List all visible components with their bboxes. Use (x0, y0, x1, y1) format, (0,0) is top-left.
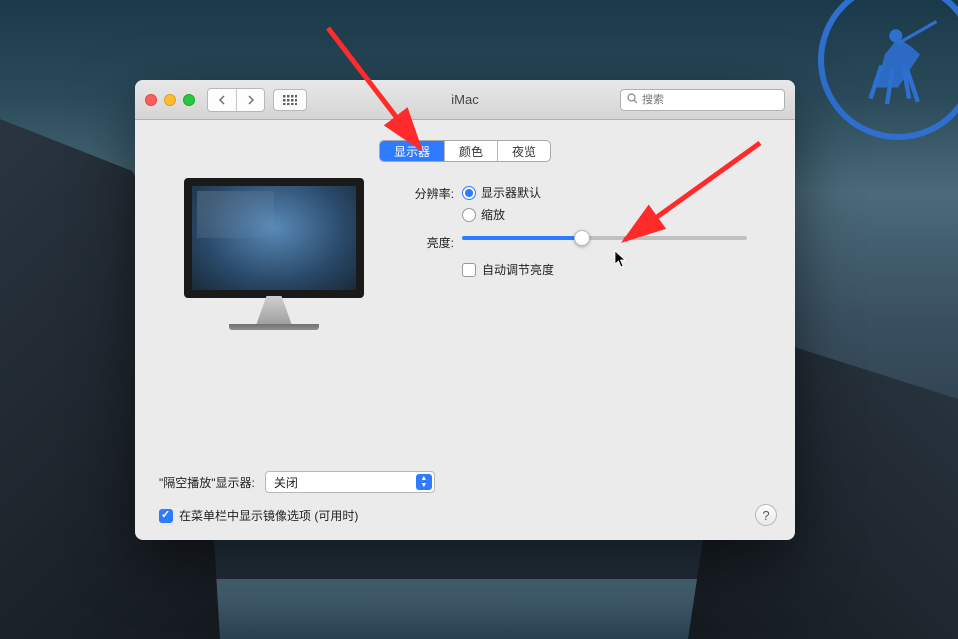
resolution-scaled-label: 缩放 (481, 206, 505, 223)
dropdown-arrows-icon: ▲▼ (416, 474, 432, 490)
airplay-value: 关闭 (274, 474, 298, 491)
close-button[interactable] (145, 94, 157, 106)
checkbox-icon (462, 263, 476, 277)
forward-button[interactable] (236, 89, 264, 111)
main-area: 分辨率: 显示器默认 缩放 亮度: (159, 178, 771, 459)
display-preview-icon (169, 178, 379, 358)
tab-display[interactable]: 显示器 (380, 141, 444, 161)
search-box[interactable] (620, 89, 785, 111)
preferences-window: iMac 显示器 颜色 夜览 分辨率: (135, 80, 795, 540)
radio-icon (462, 208, 476, 222)
grid-icon (283, 95, 297, 105)
nav-buttons (207, 88, 265, 112)
window-title: iMac (451, 92, 478, 107)
menubar-mirror-checkbox[interactable]: 在菜单栏中显示镜像选项 (可用时) (159, 507, 771, 524)
airplay-label: "隔空播放"显示器: (159, 474, 255, 491)
resolution-scaled-option[interactable]: 缩放 (462, 206, 541, 223)
help-button[interactable]: ? (755, 504, 777, 526)
minimize-button[interactable] (164, 94, 176, 106)
watermark-logo (818, 0, 958, 140)
content-area: 显示器 颜色 夜览 分辨率: 显示器默认 (135, 120, 795, 540)
airplay-dropdown[interactable]: 关闭 ▲▼ (265, 471, 435, 493)
tab-color[interactable]: 颜色 (444, 141, 497, 161)
resolution-default-label: 显示器默认 (481, 184, 541, 201)
chevron-right-icon (247, 95, 255, 105)
chevron-left-icon (218, 95, 226, 105)
tab-night-shift[interactable]: 夜览 (497, 141, 550, 161)
back-button[interactable] (208, 89, 236, 111)
show-all-button[interactable] (273, 89, 307, 111)
checkbox-icon (159, 509, 173, 523)
brightness-label: 亮度: (399, 233, 454, 251)
cursor-icon (614, 250, 628, 272)
resolution-label: 分辨率: (399, 184, 454, 202)
titlebar: iMac (135, 80, 795, 120)
zoom-button[interactable] (183, 94, 195, 106)
search-input[interactable] (642, 94, 778, 106)
traffic-lights (145, 94, 195, 106)
resolution-default-option[interactable]: 显示器默认 (462, 184, 541, 201)
slider-thumb[interactable] (574, 230, 590, 246)
auto-brightness-label: 自动调节亮度 (482, 261, 554, 278)
brightness-slider[interactable] (462, 233, 771, 240)
radio-icon (462, 186, 476, 200)
menubar-mirror-label: 在菜单栏中显示镜像选项 (可用时) (179, 507, 358, 524)
settings-panel: 分辨率: 显示器默认 缩放 亮度: (399, 178, 771, 459)
tab-bar: 显示器 颜色 夜览 (159, 140, 771, 162)
search-icon (627, 93, 638, 107)
bottom-area: "隔空播放"显示器: 关闭 ▲▼ 在菜单栏中显示镜像选项 (可用时) (159, 459, 771, 524)
